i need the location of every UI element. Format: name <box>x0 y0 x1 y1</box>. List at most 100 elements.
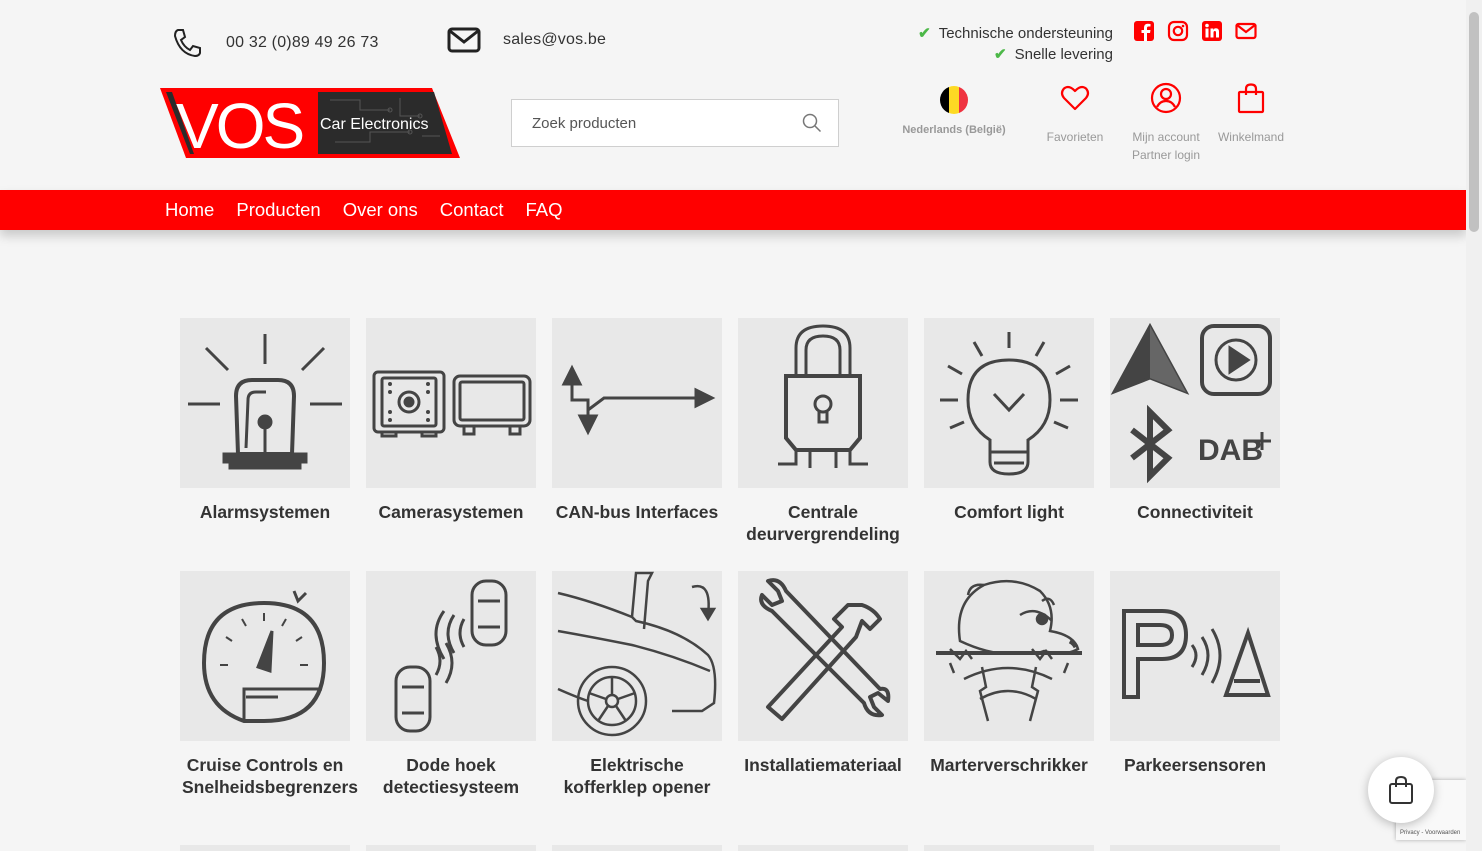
check-icon: ✔ <box>918 25 931 42</box>
logo-brand: VOS <box>176 90 302 160</box>
category-image[interactable] <box>924 845 1094 851</box>
category-image[interactable] <box>738 571 908 741</box>
category-image[interactable] <box>1110 571 1280 741</box>
partner-login-label[interactable]: Partner login <box>1124 146 1208 164</box>
category-image[interactable] <box>552 845 722 851</box>
category-card[interactable]: Installatiemateriaal <box>738 571 908 824</box>
category-image[interactable] <box>366 318 536 488</box>
dab-logo-text: DAB <box>1198 434 1263 467</box>
phone-contact[interactable]: 00 32 (0)89 49 26 73 <box>170 26 379 60</box>
social-links <box>1133 20 1257 42</box>
category-name[interactable]: Camerasystemen <box>366 501 536 523</box>
account-label[interactable]: Mijn account <box>1124 128 1208 146</box>
search-icon[interactable] <box>802 113 822 138</box>
category-name[interactable]: Connectiviteit <box>1110 501 1280 523</box>
nav-home[interactable]: Home <box>165 199 214 221</box>
alarm-siren-icon <box>188 334 342 470</box>
recaptcha-links[interactable]: Privacy - Voorwaarden <box>1400 830 1460 836</box>
category-image[interactable] <box>738 318 908 488</box>
logo-tagline: Car Electronics <box>320 116 428 133</box>
nav-contact[interactable]: Contact <box>440 199 504 221</box>
favorites-link[interactable]: Favorieten <box>1040 82 1110 146</box>
parking-sensor-icon <box>1122 609 1271 699</box>
favorites-label: Favorieten <box>1046 130 1104 144</box>
category-image[interactable] <box>924 318 1094 488</box>
facebook-icon[interactable] <box>1133 20 1155 42</box>
category-name[interactable]: Parkeersensoren <box>1110 754 1280 776</box>
usp-support: ✔ Technische ondersteuning <box>918 24 1113 43</box>
category-name[interactable]: Centrale deurvergrendeling <box>738 501 908 545</box>
category-image[interactable] <box>180 571 350 741</box>
category-name[interactable]: Cruise Controls en Snelheidsbegrenzers <box>180 754 358 798</box>
category-name[interactable]: Alarmsystemen <box>180 501 350 523</box>
category-name[interactable]: Dode hoek detectiesysteem <box>366 754 536 798</box>
camera-monitor-icon <box>372 370 532 438</box>
category-image[interactable] <box>924 571 1094 741</box>
blind-spot-cars-icon <box>394 579 508 733</box>
email-contact[interactable]: sales@vos.be <box>447 26 606 54</box>
floating-cart-button[interactable] <box>1368 757 1434 823</box>
category-image[interactable] <box>1110 845 1280 851</box>
phone-number[interactable]: 00 32 (0)89 49 26 73 <box>226 34 379 52</box>
heart-icon <box>1060 85 1090 111</box>
category-card[interactable]: Cruise Controls en Snelheidsbegrenzers <box>180 571 358 824</box>
category-name[interactable]: CAN-bus Interfaces <box>552 501 722 523</box>
category-name[interactable]: Marterverschrikker <box>924 754 1094 776</box>
belgium-flag-icon <box>940 86 968 114</box>
marten-icon <box>936 579 1082 722</box>
page-scrollbar[interactable] <box>1466 0 1482 851</box>
usp-delivery: ✔ Snelle levering <box>994 45 1113 64</box>
category-card[interactable]: Comfort light <box>924 318 1094 571</box>
category-image[interactable] <box>180 318 350 488</box>
speedometer-icon <box>201 590 327 723</box>
category-name[interactable]: Comfort light <box>924 501 1094 523</box>
site-header: 00 32 (0)89 49 26 73 sales@vos.be ✔ Techn… <box>0 0 1466 190</box>
main-nav: Home Producten Over ons Contact FAQ <box>0 190 1466 230</box>
category-name[interactable]: Elektrische kofferklep opener <box>552 754 722 798</box>
can-bus-arrows-icon <box>561 364 716 436</box>
cart-link[interactable]: Winkelmand <box>1214 82 1288 146</box>
category-image[interactable] <box>366 845 536 851</box>
nav-faq[interactable]: FAQ <box>526 199 563 221</box>
category-card[interactable]: Centrale deurvergrendeling <box>738 318 908 571</box>
category-image[interactable] <box>180 845 350 851</box>
category-grid: Alarmsystemen Camerasystemen CAN-bus Int… <box>180 318 1280 824</box>
shopping-bag-icon <box>1237 83 1265 114</box>
user-icon <box>1150 82 1182 114</box>
language-label: Nederlands (België) <box>902 124 1006 136</box>
category-card[interactable]: CAN-bus Interfaces <box>552 318 722 571</box>
language-selector[interactable]: Nederlands (België) <box>893 86 1015 136</box>
account-link[interactable]: Mijn account Partner login <box>1124 82 1208 164</box>
category-card[interactable]: Alarmsystemen <box>180 318 350 571</box>
category-image[interactable] <box>738 845 908 851</box>
search-input[interactable] <box>532 114 792 132</box>
category-card[interactable]: Dode hoek detectiesysteem <box>366 571 536 824</box>
linkedin-icon[interactable] <box>1201 20 1223 42</box>
category-name[interactable]: Installatiemateriaal <box>738 754 908 776</box>
padlock-icon <box>778 324 868 468</box>
check-icon: ✔ <box>994 46 1007 63</box>
search-box <box>511 99 839 147</box>
instagram-icon[interactable] <box>1167 20 1189 42</box>
category-card[interactable]: Camerasystemen <box>366 318 536 571</box>
category-image[interactable] <box>366 571 536 741</box>
category-row-partial <box>180 845 1280 851</box>
mail-icon[interactable] <box>1235 20 1257 42</box>
category-card[interactable]: Marterverschrikker <box>924 571 1094 824</box>
nav-products[interactable]: Producten <box>236 199 320 221</box>
category-card[interactable]: Elektrische kofferklep opener <box>552 571 722 824</box>
tools-icon <box>759 578 891 721</box>
nav-about[interactable]: Over ons <box>343 199 418 221</box>
phone-icon <box>173 29 201 58</box>
email-address[interactable]: sales@vos.be <box>503 31 606 49</box>
car-trunk-icon <box>557 571 717 737</box>
envelope-icon <box>447 27 481 53</box>
connectivity-icons: DAB <box>1110 322 1272 484</box>
category-image[interactable] <box>552 318 722 488</box>
category-image[interactable]: DAB <box>1110 318 1280 488</box>
vos-logo[interactable]: VOS Car Electronics <box>160 86 462 162</box>
category-card[interactable]: DAB Connectiviteit <box>1110 318 1280 571</box>
category-image[interactable] <box>552 571 722 741</box>
scrollbar-thumb[interactable] <box>1469 12 1479 232</box>
category-card[interactable]: Parkeersensoren <box>1110 571 1280 824</box>
